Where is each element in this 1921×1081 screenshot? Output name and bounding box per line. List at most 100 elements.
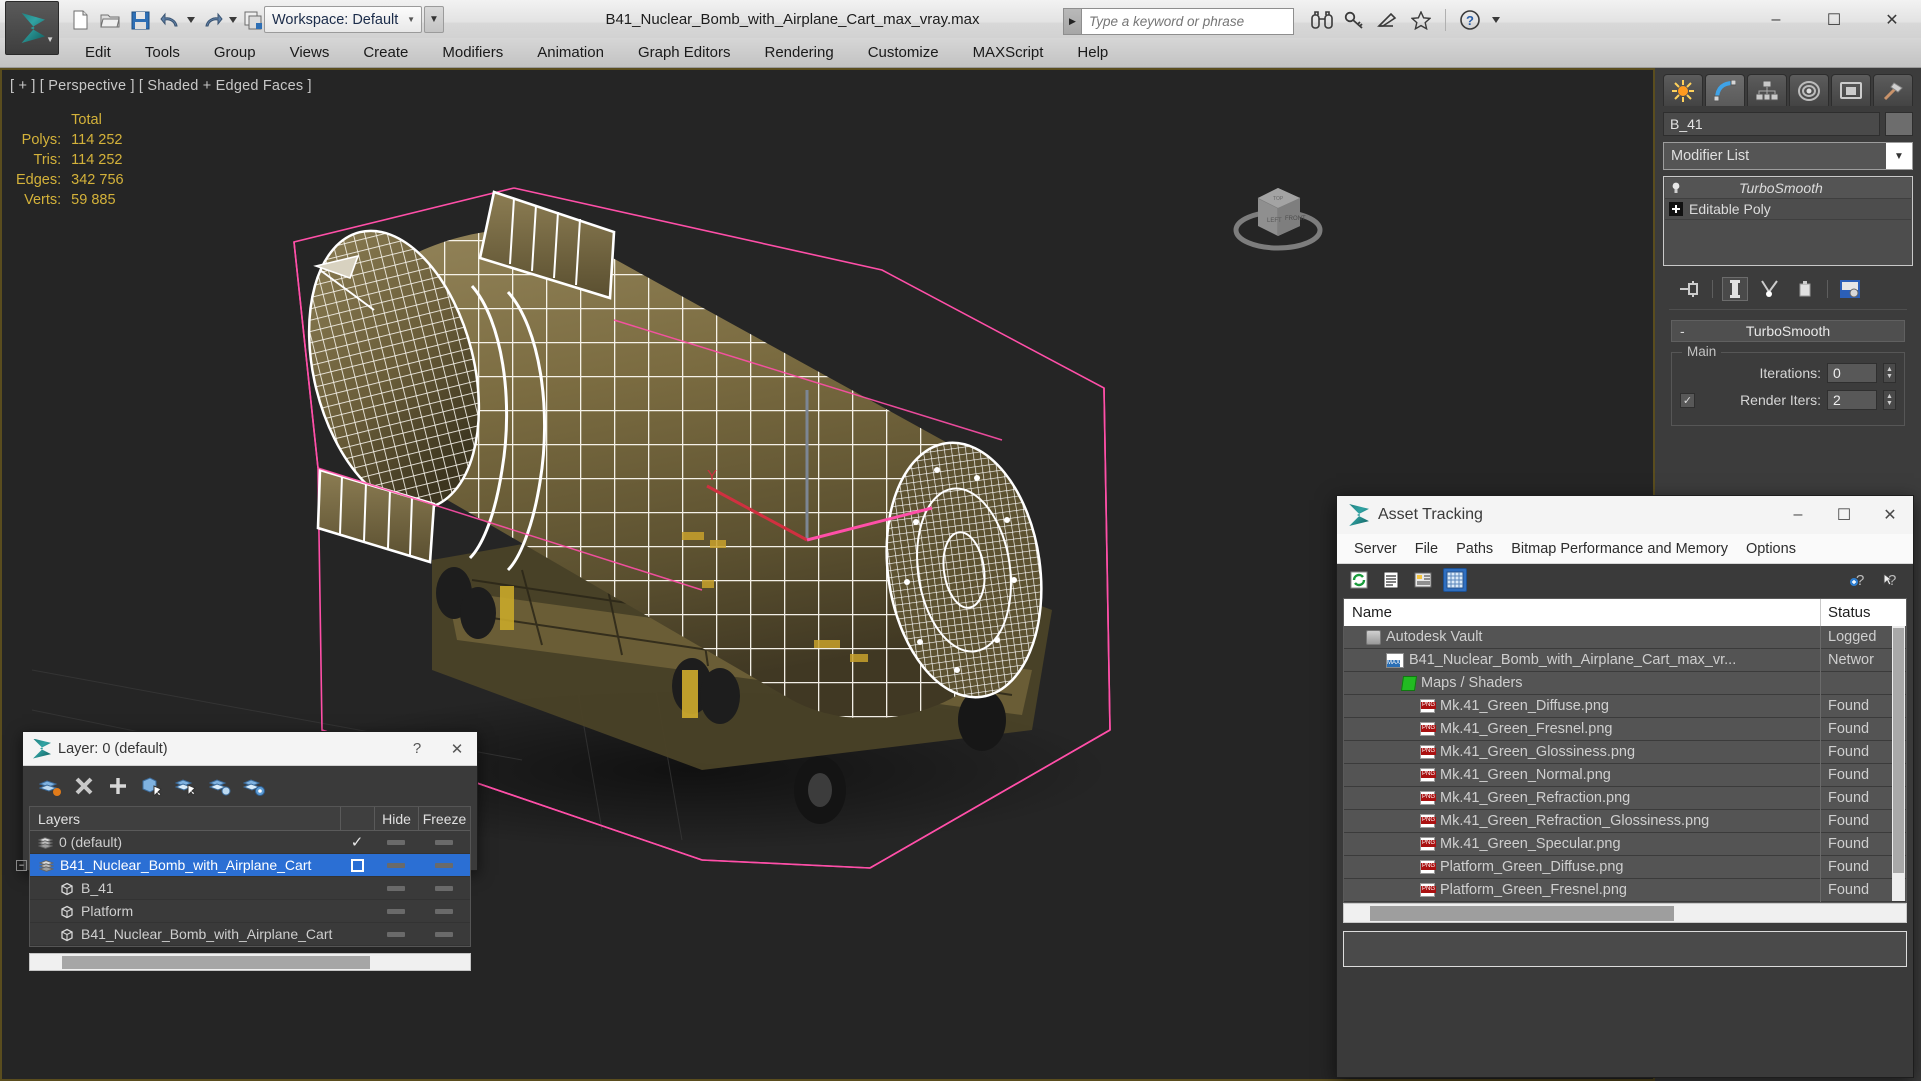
layer-freeze-cell[interactable] xyxy=(418,908,470,914)
tab-modify[interactable] xyxy=(1705,74,1745,106)
pin-stack-button[interactable] xyxy=(1677,277,1703,301)
rollout-header[interactable]: - TurboSmooth xyxy=(1671,320,1905,342)
asset-tracking-maximize-button[interactable]: ☐ xyxy=(1821,496,1867,534)
show-end-result-button[interactable] xyxy=(1722,277,1748,301)
modifier-list-dropdown[interactable]: Modifier List ▼ xyxy=(1663,142,1913,170)
layer-freeze-cell[interactable] xyxy=(418,862,470,868)
layer-hide-cell[interactable] xyxy=(374,908,418,914)
iterations-spinner[interactable]: ▲ ▼ xyxy=(1883,363,1896,383)
remove-modifier-button[interactable] xyxy=(1792,277,1818,301)
chevron-down-icon[interactable]: ▼ xyxy=(1886,143,1912,169)
delete-layer-button[interactable] xyxy=(73,775,95,797)
search-input[interactable] xyxy=(1081,8,1294,35)
asset-menu-server[interactable]: Server xyxy=(1345,538,1406,560)
help-button[interactable]: ? xyxy=(1458,8,1482,32)
asset-list-row[interactable]: Mk.41_Green_Refraction_Glossiness.png Fou… xyxy=(1344,809,1906,833)
detail-view-button[interactable] xyxy=(1411,568,1435,592)
new-file-button[interactable] xyxy=(66,6,94,34)
layer-hide-cell[interactable] xyxy=(374,931,418,937)
view-cube[interactable]: LEFT FRONT TOP xyxy=(1230,170,1326,258)
layer-dialog-close-button[interactable]: ✕ xyxy=(437,732,477,766)
app-logo-button[interactable]: ▼ xyxy=(5,1,59,55)
select-highlighted-layer-button[interactable] xyxy=(175,775,197,797)
layer-dialog-title-bar[interactable]: Layer: 0 (default) ? ✕ xyxy=(23,732,477,766)
modifier-stack-item[interactable]: Editable Poly xyxy=(1665,199,1911,220)
menu-maxscript[interactable]: MAXScript xyxy=(956,41,1061,64)
help-dropdown-icon[interactable] xyxy=(1491,8,1501,32)
scrollbar-thumb[interactable] xyxy=(1370,906,1674,921)
favorites-star-icon[interactable] xyxy=(1409,8,1433,32)
asset-list-row[interactable]: Mk.41_Green_Glossiness.png Found xyxy=(1344,740,1906,764)
layer-list-row[interactable]: B_41 xyxy=(30,877,470,900)
asset-list-row[interactable]: B41_Nuclear_Bomb_with_Airplane_Cart_max_… xyxy=(1344,648,1906,672)
rollout-collapse-icon[interactable]: - xyxy=(1680,323,1685,339)
layer-list-row[interactable]: Platform xyxy=(30,900,470,923)
menu-rendering[interactable]: Rendering xyxy=(747,41,850,64)
expand-collapse-icon[interactable]: − xyxy=(16,859,27,871)
add-help-button[interactable]: ? xyxy=(1847,568,1871,592)
asset-tracking-close-button[interactable]: ✕ xyxy=(1867,496,1913,534)
plus-box-icon[interactable] xyxy=(1669,202,1683,216)
asset-list-horizontal-scrollbar[interactable] xyxy=(1343,903,1907,923)
configure-modifier-sets-button[interactable] xyxy=(1837,277,1863,301)
list-view-button[interactable] xyxy=(1379,568,1403,592)
layer-dialog-help-button[interactable]: ? xyxy=(397,732,437,766)
object-name-field[interactable]: B_41 xyxy=(1663,112,1880,136)
asset-menu-options[interactable]: Options xyxy=(1737,538,1805,560)
empty-checkbox-icon[interactable] xyxy=(350,858,364,872)
menu-graph-editors[interactable]: Graph Editors xyxy=(621,41,748,64)
asset-list-row[interactable]: Platform_Green_Diffuse.png Found xyxy=(1344,855,1906,879)
refresh-button[interactable] xyxy=(1347,568,1371,592)
save-file-button[interactable] xyxy=(126,6,154,34)
layer-active-cell[interactable]: ✓ xyxy=(340,833,374,851)
layer-freeze-cell[interactable] xyxy=(418,885,470,891)
redo-button[interactable] xyxy=(198,6,226,34)
highlight-selected-objects-layer-button[interactable] xyxy=(209,775,231,797)
layer-list-horizontal-scrollbar[interactable] xyxy=(29,953,471,971)
close-button[interactable]: ✕ xyxy=(1863,0,1921,40)
menu-customize[interactable]: Customize xyxy=(851,41,956,64)
add-layer-button[interactable] xyxy=(107,775,129,797)
menu-animation[interactable]: Animation xyxy=(520,41,621,64)
redo-dropdown-button[interactable] xyxy=(228,6,238,34)
asset-tracking-title-bar[interactable]: Asset Tracking – ☐ ✕ xyxy=(1337,496,1913,534)
menu-group[interactable]: Group xyxy=(197,41,273,64)
asset-menu-bitmap-performance-and-memory[interactable]: Bitmap Performance and Memory xyxy=(1502,538,1737,560)
iterations-input[interactable]: 0 xyxy=(1827,363,1877,383)
create-new-layer-button[interactable] xyxy=(39,775,61,797)
chevron-down-icon[interactable]: ▼ xyxy=(46,35,54,44)
asset-list-row[interactable]: Maps / Shaders xyxy=(1344,671,1906,695)
asset-list-row[interactable]: Mk.41_Green_Specular.png Found xyxy=(1344,832,1906,856)
asset-list-row[interactable]: Mk.41_Green_Fresnel.png Found xyxy=(1344,717,1906,741)
menu-tools[interactable]: Tools xyxy=(128,41,197,64)
workspace-selector[interactable]: Workspace: Default ▼ xyxy=(264,6,422,33)
asset-menu-paths[interactable]: Paths xyxy=(1447,538,1502,560)
layer-list-row[interactable]: B41_Nuclear_Bomb_with_Airplane_Cart xyxy=(30,923,470,946)
object-color-swatch[interactable] xyxy=(1885,112,1913,136)
render-iters-checkbox[interactable]: ✓ xyxy=(1680,392,1695,408)
tab-hierarchy[interactable] xyxy=(1747,74,1787,106)
viewport-label[interactable]: [ + ] [ Perspective ] [ Shaded + Edged F… xyxy=(10,78,312,94)
menu-create[interactable]: Create xyxy=(346,41,425,64)
menu-modifiers[interactable]: Modifiers xyxy=(425,41,520,64)
workspace-more-button[interactable]: ▼ xyxy=(424,6,444,33)
search-expand-button[interactable]: ▶ xyxy=(1063,8,1081,35)
modifier-stack-item[interactable]: TurboSmooth xyxy=(1665,178,1911,199)
tab-motion[interactable] xyxy=(1789,74,1829,106)
make-unique-button[interactable] xyxy=(1757,277,1783,301)
scrollbar-thumb[interactable] xyxy=(1893,628,1904,873)
satellite-dish-icon[interactable] xyxy=(1376,8,1400,32)
undo-dropdown-button[interactable] xyxy=(186,6,196,34)
layer-list[interactable]: Layers Hide Freeze 0 (default) ✓ − B41_Nucl… xyxy=(16,806,471,947)
layer-freeze-cell[interactable] xyxy=(418,931,470,937)
asset-menu-file[interactable]: File xyxy=(1406,538,1447,560)
layer-list-row[interactable]: − B41_Nuclear_Bomb_with_Airplane_Cart xyxy=(16,854,470,877)
menu-help[interactable]: Help xyxy=(1060,41,1125,64)
asset-tracking-minimize-button[interactable]: – xyxy=(1775,496,1821,534)
scrollbar-thumb[interactable] xyxy=(62,956,370,969)
layer-properties-button[interactable] xyxy=(243,775,265,797)
layer-hide-cell[interactable] xyxy=(374,862,418,868)
light-bulb-icon[interactable] xyxy=(1669,181,1683,195)
layer-hide-cell[interactable] xyxy=(374,839,418,845)
asset-list[interactable]: Name Status Autodesk Vault Logged B41_Nucl… xyxy=(1343,598,1907,903)
